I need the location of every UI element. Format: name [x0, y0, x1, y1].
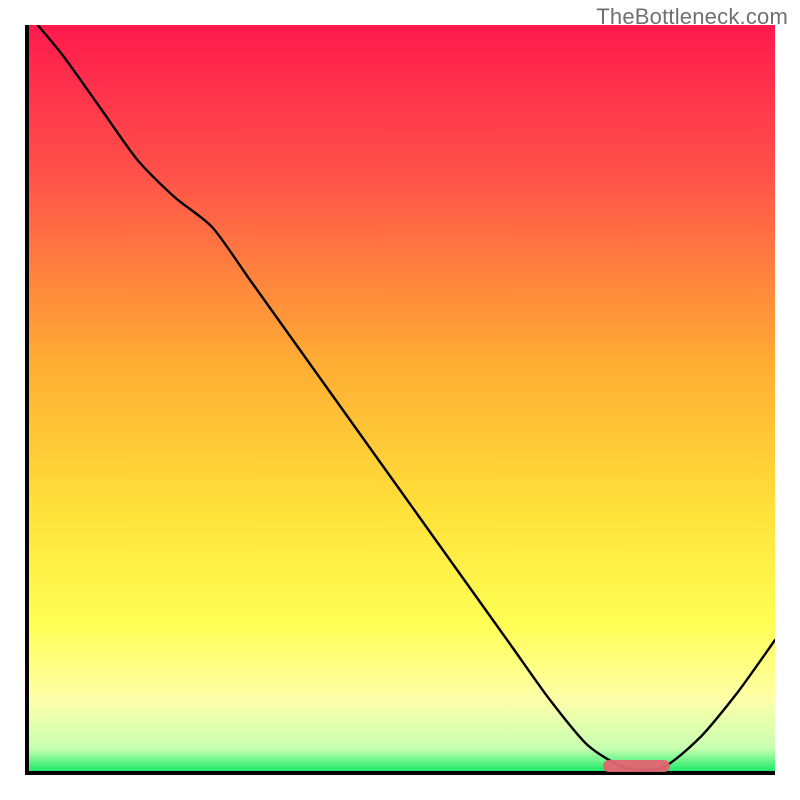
- watermark-text: TheBottleneck.com: [596, 4, 788, 30]
- optimum-range-marker: [603, 760, 671, 772]
- bottleneck-curve: [25, 25, 775, 775]
- curve-path: [25, 25, 775, 770]
- bottleneck-chart: [25, 25, 775, 775]
